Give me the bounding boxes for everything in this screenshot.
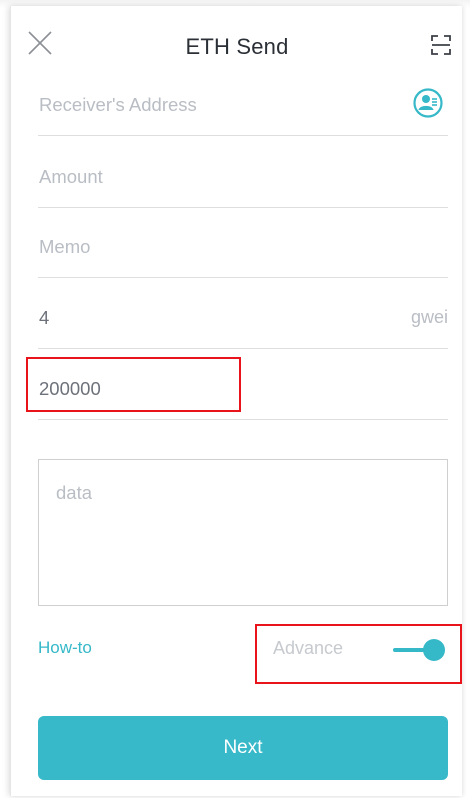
- gas-price-value: 4: [39, 307, 50, 328]
- gas-limit-highlight-box: [26, 357, 241, 412]
- memo-field[interactable]: Memo: [38, 224, 448, 278]
- gas-price-field[interactable]: 4 gwei: [38, 295, 448, 349]
- receiver-address-placeholder: Receiver's Address: [39, 94, 197, 115]
- scan-icon[interactable]: [431, 34, 451, 56]
- amount-field[interactable]: Amount: [38, 154, 448, 208]
- how-to-link[interactable]: How-to: [38, 638, 92, 658]
- next-button[interactable]: Next: [38, 716, 448, 780]
- page-title: ETH Send: [185, 34, 289, 59]
- data-textarea[interactable]: data: [38, 459, 448, 606]
- header: ETH Send: [11, 6, 463, 84]
- data-placeholder: data: [56, 482, 93, 503]
- app-frame: ETH Send Receiver's Address Amount Memo …: [0, 0, 470, 798]
- gas-price-unit: gwei: [410, 307, 448, 327]
- receiver-address-field[interactable]: Receiver's Address: [38, 82, 448, 136]
- amount-placeholder: Amount: [39, 166, 103, 187]
- contacts-icon[interactable]: [413, 88, 443, 118]
- send-screen: ETH Send Receiver's Address Amount Memo …: [10, 6, 462, 796]
- memo-placeholder: Memo: [39, 236, 91, 257]
- advance-highlight-box: [255, 624, 462, 684]
